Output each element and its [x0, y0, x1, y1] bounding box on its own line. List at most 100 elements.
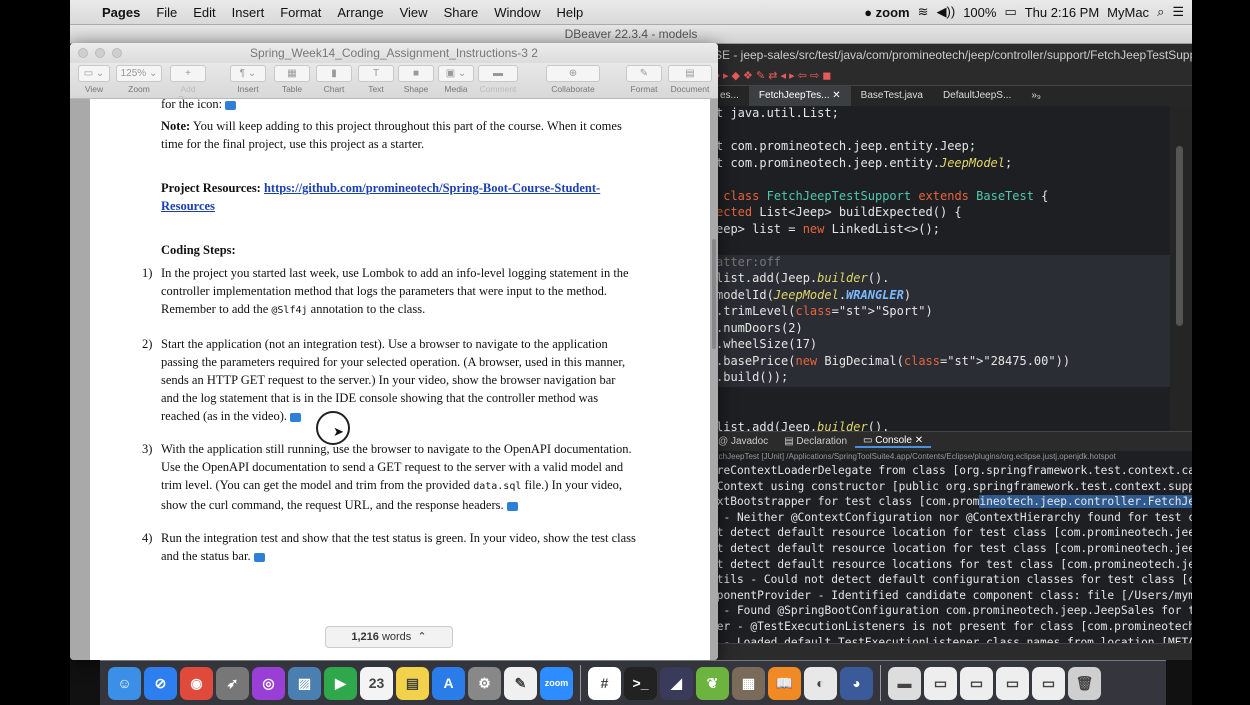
eclipse-toolbar[interactable]: ▪ ▸ ◆ ❖ ✎ ⇄ ◂ ▸ ⇦ ⇨ ◼ [710, 66, 1192, 86]
slack-icon[interactable]: # [588, 666, 621, 700]
right-letterbox [1192, 0, 1250, 705]
system-preferences-icon[interactable]: ⚙ [468, 666, 501, 700]
code-editor[interactable]: t java.util.List; t com.promineotech.jeep… [710, 106, 1170, 431]
console-output[interactable]: areContextLoaderDelegate from class [org… [710, 463, 1192, 643]
code-line: .build()); [716, 370, 1170, 387]
tab-declaration[interactable]: ▤ Declaration [776, 436, 855, 447]
chrome-icon[interactable]: ◉ [180, 666, 213, 700]
menu-share[interactable]: Share [436, 5, 487, 20]
postman-icon[interactable]: ◐ [804, 666, 837, 700]
menu-view[interactable]: View [392, 5, 436, 20]
editor-tabs: es... FetchJeepTes... ✕ BaseTest.java De… [710, 86, 1192, 106]
quicktime-icon[interactable]: ◕ [840, 666, 873, 700]
console-line: ot detect default resource location for … [710, 526, 1192, 540]
fullscreen-button[interactable] [112, 48, 122, 58]
console-line: Utils - Could not detect default configu… [710, 573, 1192, 587]
clock[interactable]: Thu 2:16 PM [1025, 5, 1099, 20]
dbeaver-icon[interactable]: ▦ [732, 666, 765, 700]
code-line: ected List<Jeep> buildExpected() { [716, 205, 962, 219]
safari-icon[interactable]: ⊘ [144, 666, 177, 700]
app-store-icon[interactable]: A [432, 666, 465, 700]
trash-icon[interactable]: 🗑 [1068, 666, 1101, 700]
code-line: list.add(Jeep.builder(). [716, 419, 890, 432]
menu-file[interactable]: File [148, 5, 185, 20]
textedit-icon[interactable]: ✎ [504, 666, 537, 700]
menu-format[interactable]: Format [272, 5, 329, 20]
tab-javadoc[interactable]: @ Javadoc [710, 436, 776, 447]
code-line: t com.promineotech.jeep.entity.JeepModel… [716, 155, 1013, 170]
doc-2-icon[interactable]: ▭ [924, 666, 957, 700]
doc-1-icon[interactable]: ▬ [888, 666, 921, 700]
menu-help[interactable]: Help [549, 5, 592, 20]
editor-tab-fetchjeeptest[interactable]: FetchJeepTes... ✕ [748, 86, 851, 106]
console-line: areContextLoaderDelegate from class [org… [710, 464, 1192, 477]
menu-edit[interactable]: Edit [185, 5, 223, 20]
menu-arrange[interactable]: Arrange [329, 5, 391, 20]
close-button[interactable] [78, 48, 88, 58]
dock-separator [580, 665, 581, 701]
podcasts-icon[interactable]: ◎ [252, 666, 285, 700]
doc-4-icon[interactable]: ▭ [996, 666, 1029, 700]
spring-tool-suite-icon[interactable]: ❦ [696, 666, 729, 700]
comment-button[interactable]: ▬ Comment [478, 65, 518, 94]
editor-tab-label: FetchJeepTes... [758, 90, 830, 101]
comment-marker-icon[interactable] [225, 100, 237, 110]
editor-tab-basetest[interactable]: BaseTest.java [851, 86, 933, 106]
comment-marker-icon[interactable] [506, 501, 518, 511]
terminal-icon[interactable]: >_ [624, 666, 657, 700]
notes-icon[interactable]: ▤ [396, 666, 429, 700]
facetime-icon[interactable]: ▶ [324, 666, 357, 700]
document-page[interactable]: for the icon: Note: You will keep adding… [90, 97, 710, 660]
view-button[interactable]: ▭ ⌄ View [78, 65, 110, 94]
format-button[interactable]: ✎ Format [626, 65, 662, 94]
document-icon: ▤ [668, 65, 712, 82]
wifi-icon[interactable]: ≋ [918, 4, 929, 20]
eclipse-icon[interactable]: ◢ [660, 666, 693, 700]
zoom-button[interactable]: 125% ⌄ Zoom [116, 65, 162, 94]
zoom-icon[interactable]: zoom [540, 666, 573, 700]
battery-percent[interactable]: 100% [963, 5, 996, 20]
table-icon: ▦ [274, 65, 310, 82]
spotlight-icon[interactable]: ⌕ [1157, 4, 1164, 20]
document-scrollbar[interactable] [712, 239, 716, 349]
notification-center-icon[interactable]: ☰ [1172, 4, 1184, 20]
calendar-icon[interactable]: 23 [360, 666, 393, 700]
shape-button[interactable]: ■ Shape [398, 65, 434, 94]
zoom-status-icon[interactable]: ● zoom [864, 5, 909, 20]
code-line: class FetchJeepTestSupport extends BaseT… [723, 188, 1049, 203]
code-line: eep> list = new LinkedList<>(); [716, 221, 940, 236]
table-button[interactable]: ▦ Table [274, 65, 310, 94]
editor-tab-more[interactable]: »₉ [1021, 86, 1051, 106]
doc-3-icon[interactable]: ▭ [960, 666, 993, 700]
preview-icon[interactable]: ▨ [288, 666, 321, 700]
comment-marker-icon[interactable] [289, 412, 301, 422]
console-line: oContext using constructor [public org.s… [710, 479, 1192, 493]
doc-5-icon[interactable]: ▭ [1032, 666, 1065, 700]
finder-icon[interactable]: ☺ [108, 666, 141, 700]
collaborate-button[interactable]: ⊕ Collaborate [546, 65, 600, 94]
tab-declaration-label: Declaration [796, 436, 848, 447]
tab-console[interactable]: ▭ Console ✕ [855, 435, 932, 448]
chart-button[interactable]: ▮ Chart [316, 65, 352, 94]
user-name[interactable]: MyMac [1107, 5, 1149, 20]
menu-window[interactable]: Window [486, 5, 548, 20]
editor-scroll-thumb[interactable] [1176, 146, 1183, 326]
editor-scrollbar[interactable] [1170, 106, 1192, 431]
editor-tab-defaultjeep[interactable]: DefaultJeepS... [933, 86, 1021, 106]
format-icon: ✎ [626, 65, 662, 82]
word-count-control[interactable]: 1,216 words ⌃ [325, 626, 453, 648]
volume-icon[interactable]: ◀)) [937, 4, 956, 20]
document-button[interactable]: ▤ Document [668, 65, 712, 94]
insert-button[interactable]: ¶ ⌄ Insert [230, 65, 266, 94]
minimize-button[interactable] [95, 48, 105, 58]
menu-app-name[interactable]: Pages [94, 5, 148, 20]
books-icon[interactable]: 📖 [768, 666, 801, 700]
text-button[interactable]: T Text [358, 65, 394, 94]
comment-marker-icon[interactable] [253, 552, 265, 562]
menu-insert[interactable]: Insert [224, 5, 273, 20]
launchpad-icon[interactable]: ➶ [216, 666, 249, 700]
word-count-label: words [381, 631, 412, 643]
media-button[interactable]: ▣ ⌄ Media [438, 65, 474, 94]
dock: ☺ ⊘ ◉ ➶ ◎ ▨ ▶ 23 ▤ A ⚙ ✎ zoom # >_ ◢ ❦ ▦ 📖 ◐ ◕ ▬ ▭ ▭ ▭ ▭ 🗑 [100, 660, 1166, 705]
